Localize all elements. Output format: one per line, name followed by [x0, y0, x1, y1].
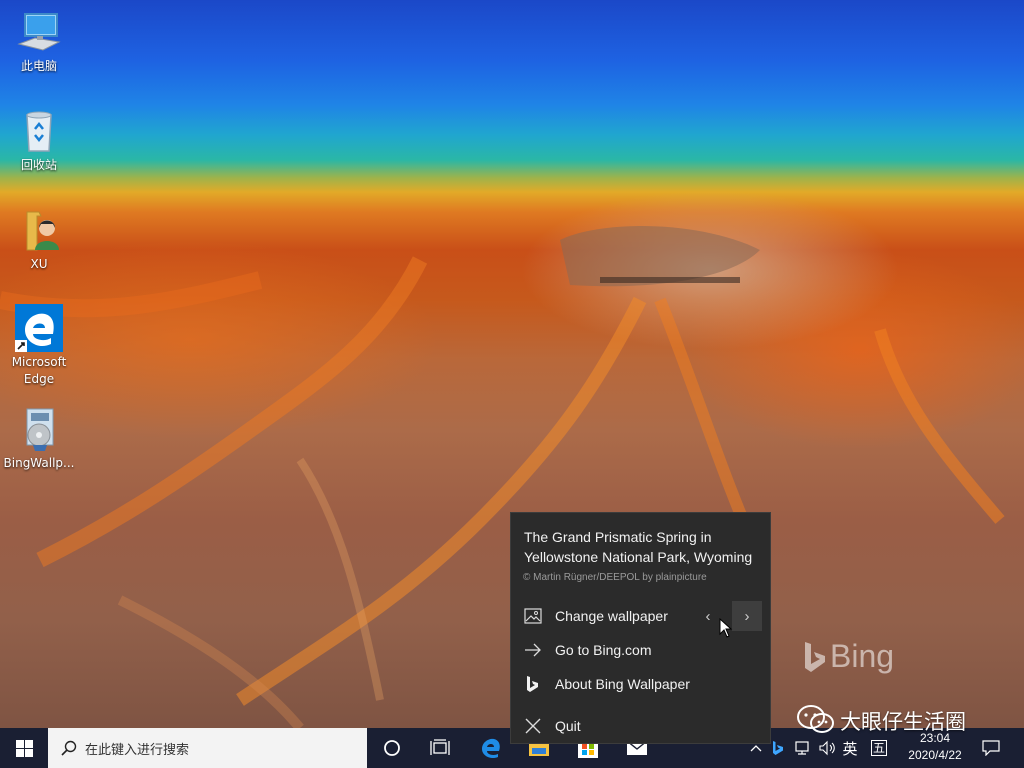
- wechat-icon: [796, 704, 836, 740]
- desktop-icon-recycle-bin[interactable]: 回收站: [1, 107, 77, 174]
- action-center-button[interactable]: [978, 728, 1004, 768]
- image-icon: [523, 606, 543, 626]
- clock-date: 2020/4/22: [908, 748, 962, 762]
- bing-watermark: Bing: [802, 638, 894, 675]
- task-view-icon: [430, 739, 450, 755]
- menu-item-label: Change wallpaper: [555, 608, 668, 624]
- desktop-icon-bing-wallpaper[interactable]: BingWallp...: [1, 405, 77, 472]
- desktop-icon-this-pc[interactable]: 此电脑: [1, 8, 77, 75]
- edge-icon: [15, 304, 63, 352]
- desktop-icon-edge[interactable]: Microsoft Edge: [1, 304, 77, 388]
- desktop-icon-label: Edge: [23, 372, 55, 386]
- edge-icon: [482, 738, 500, 759]
- network-icon: [795, 741, 809, 755]
- notification-icon: [982, 740, 1000, 756]
- search-placeholder: 在此键入进行搜索: [85, 742, 190, 758]
- chevron-up-icon: [750, 745, 762, 752]
- search-icon: [61, 740, 77, 756]
- menu-item-label: Quit: [555, 718, 581, 734]
- desktop-icon-label: 回收站: [20, 158, 57, 172]
- tray-bing-wallpaper[interactable]: [768, 728, 788, 768]
- menu-item-label: About Bing Wallpaper: [555, 676, 690, 692]
- wallpaper-credit: © Martin Rügner/DEEPOL by plainpicture: [523, 572, 707, 583]
- taskbar-edge-button[interactable]: [467, 728, 515, 768]
- windows-logo-icon: [15, 739, 33, 757]
- bing-logo-icon: [523, 674, 543, 694]
- chevron-right-icon: ›: [744, 607, 750, 625]
- desktop-icon-label: 此电脑: [20, 59, 57, 73]
- overlay-watermark-text: 大眼仔生活圈: [840, 710, 966, 734]
- menu-item-label: Go to Bing.com: [555, 642, 652, 658]
- search-box[interactable]: 在此键入进行搜索: [48, 728, 367, 768]
- bing-logo-icon: [773, 741, 783, 755]
- user-folder-icon: [15, 206, 63, 254]
- cortana-circle-icon: [384, 740, 400, 756]
- start-button[interactable]: [0, 728, 48, 768]
- recycle-bin-icon: [15, 107, 63, 155]
- volume-icon: [819, 740, 835, 756]
- task-view-button[interactable]: [416, 728, 464, 768]
- chevron-left-icon: ‹: [705, 607, 711, 625]
- close-icon: [523, 716, 543, 736]
- ime-language-label: 英: [842, 739, 858, 758]
- desktop-icon-user-folder[interactable]: XU: [1, 206, 77, 273]
- desktop-icon-label: Microsoft: [11, 355, 67, 369]
- next-wallpaper-button[interactable]: ›: [732, 601, 762, 631]
- ime-mode-label: 五: [870, 740, 887, 756]
- wallpaper-title: The Grand Prismatic Spring in Yellowston…: [524, 529, 753, 565]
- cortana-button[interactable]: [368, 728, 416, 768]
- desktop-icon-label: XU: [30, 257, 48, 271]
- arrow-right-icon: [523, 640, 543, 660]
- bing-watermark-text: Bing: [830, 638, 895, 674]
- bing-logo-icon: [805, 641, 825, 672]
- menu-item-about[interactable]: About Bing Wallpaper: [511, 667, 770, 701]
- desktop-icon-label: BingWallp...: [3, 456, 75, 470]
- this-pc-icon: [15, 8, 63, 56]
- menu-item-quit[interactable]: Quit: [511, 709, 770, 743]
- mouse-cursor-icon: [719, 617, 733, 642]
- bing-wallpaper-installer-icon: [15, 405, 63, 453]
